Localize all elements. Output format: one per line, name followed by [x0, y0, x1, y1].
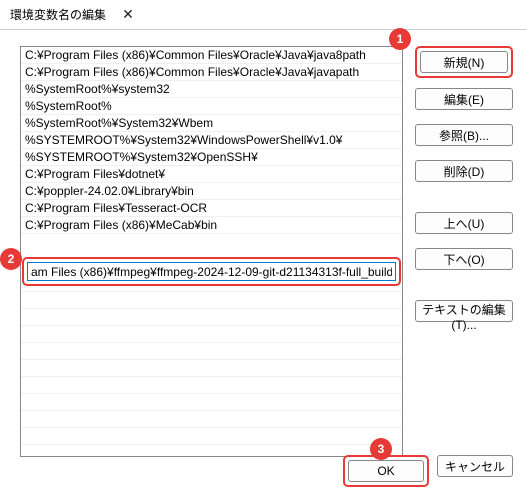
list-item[interactable]	[21, 411, 402, 428]
list-item[interactable]	[21, 309, 402, 326]
highlight-new: 新規(N)	[415, 46, 513, 78]
list-item[interactable]: C:¥Program Files (x86)¥Common Files¥Orac…	[21, 64, 402, 81]
list-item[interactable]: %SystemRoot%¥System32¥Wbem	[21, 115, 402, 132]
delete-button[interactable]: 削除(D)	[415, 160, 513, 182]
list-item[interactable]: C:¥Program Files (x86)¥MeCab¥bin	[21, 217, 402, 234]
list-item[interactable]: %SYSTEMROOT%¥System32¥OpenSSH¥	[21, 149, 402, 166]
dialog-footer: OK キャンセル	[343, 455, 513, 487]
list-item[interactable]	[21, 326, 402, 343]
list-item[interactable]	[21, 394, 402, 411]
button-column: 新規(N) 編集(E) 参照(B)... 削除(D) 上へ(U) 下へ(O) テ…	[415, 46, 513, 457]
highlight-edit-row	[22, 257, 401, 286]
list-item[interactable]: %SYSTEMROOT%¥System32¥WindowsPowerShell¥…	[21, 132, 402, 149]
highlight-ok: OK	[343, 455, 429, 487]
list-item[interactable]: C:¥poppler-24.02.0¥Library¥bin	[21, 183, 402, 200]
ok-button[interactable]: OK	[348, 460, 424, 482]
list-item[interactable]	[21, 428, 402, 445]
annotation-marker-3: 3	[370, 438, 392, 460]
list-item[interactable]	[21, 377, 402, 394]
list-item[interactable]	[21, 234, 402, 258]
cancel-button[interactable]: キャンセル	[437, 455, 513, 477]
window-title: 環境変数名の編集	[10, 6, 106, 23]
dialog-content: C:¥Program Files (x86)¥Common Files¥Orac…	[20, 46, 513, 457]
move-down-button[interactable]: 下へ(O)	[415, 248, 513, 270]
list-item[interactable]	[21, 360, 402, 377]
list-item[interactable]: %SystemRoot%	[21, 98, 402, 115]
new-button[interactable]: 新規(N)	[420, 51, 508, 73]
edit-input[interactable]	[27, 262, 396, 281]
move-up-button[interactable]: 上へ(U)	[415, 212, 513, 234]
edit-button[interactable]: 編集(E)	[415, 88, 513, 110]
path-list[interactable]: C:¥Program Files (x86)¥Common Files¥Orac…	[20, 46, 403, 457]
list-item[interactable]: C:¥Program Files¥dotnet¥	[21, 166, 402, 183]
annotation-marker-1: 1	[389, 28, 411, 50]
close-button[interactable]: ✕	[106, 0, 150, 30]
list-item[interactable]: C:¥Program Files¥Tesseract-OCR	[21, 200, 402, 217]
edit-text-button[interactable]: テキストの編集(T)...	[415, 300, 513, 322]
browse-button[interactable]: 参照(B)...	[415, 124, 513, 146]
list-item[interactable]	[21, 343, 402, 360]
close-icon: ✕	[122, 6, 134, 23]
list-item[interactable]	[21, 292, 402, 309]
annotation-marker-2: 2	[0, 248, 22, 270]
list-item[interactable]: C:¥Program Files (x86)¥Common Files¥Orac…	[21, 47, 402, 64]
list-item[interactable]: %SystemRoot%¥system32	[21, 81, 402, 98]
titlebar: 環境変数名の編集 ✕	[0, 0, 527, 30]
